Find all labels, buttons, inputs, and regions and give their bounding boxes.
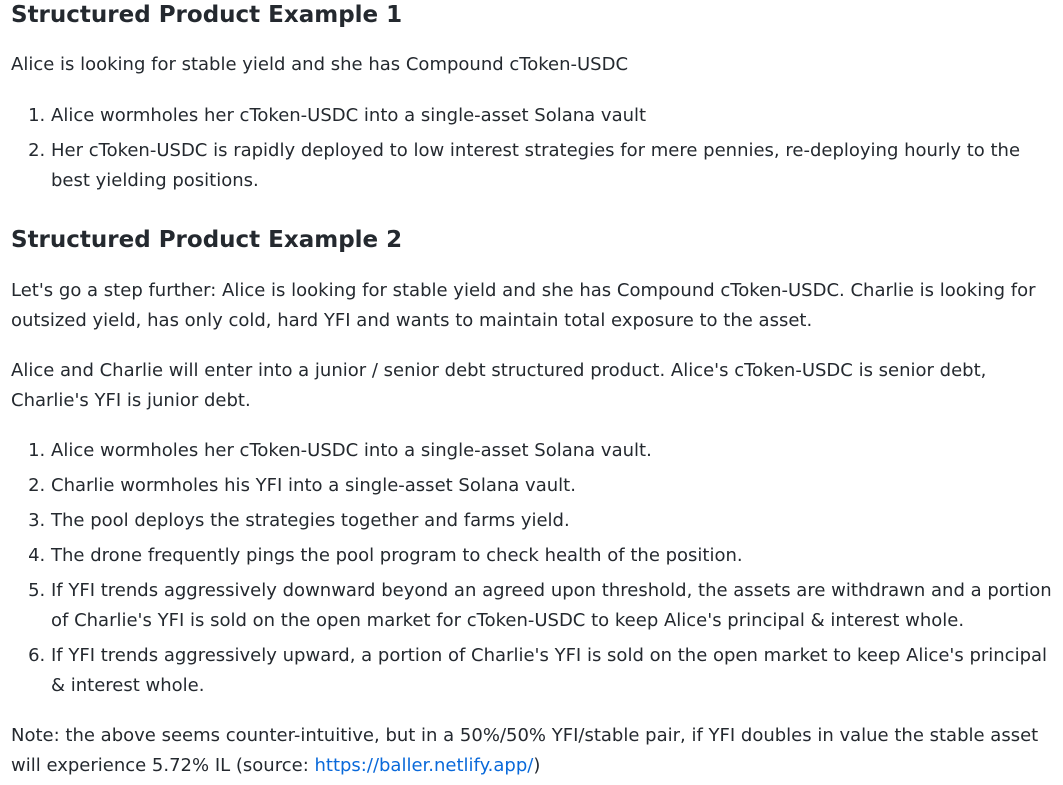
document-page: Structured Product Example 1 Alice is lo… <box>0 1 1063 785</box>
section1-intro: Alice is looking for stable yield and sh… <box>11 54 629 75</box>
section2-step-2: Charlie wormholes his YFI into a single-… <box>51 471 1063 501</box>
section1-step-list: Alice wormholes her cToken-USDC into a s… <box>11 101 1063 196</box>
section2-step-1: Alice wormholes her cToken-USDC into a s… <box>51 436 1063 466</box>
section2-step-5: If YFI trends aggressively downward beyo… <box>51 576 1063 636</box>
source-link[interactable]: https://baller.netlify.app/ <box>314 755 533 776</box>
section2-note: Note: the above seems counter-intuitive,… <box>11 721 1063 781</box>
section1-step-2: Her cToken-USDC is rapidly deployed to l… <box>51 136 1063 196</box>
section2-step-6: If YFI trends aggressively upward, a por… <box>51 641 1063 701</box>
section2-step-list: Alice wormholes her cToken-USDC into a s… <box>11 436 1063 701</box>
section2-intro: Let's go a step further: Alice is lookin… <box>11 280 1036 331</box>
section2-step-3: The pool deploys the strategies together… <box>51 506 1063 536</box>
section1-heading: Structured Product Example 1 <box>11 2 403 28</box>
section2-heading: Structured Product Example 2 <box>11 227 403 253</box>
section1-step-1: Alice wormholes her cToken-USDC into a s… <box>51 101 1063 131</box>
note-suffix: ) <box>533 755 541 776</box>
section2-step-4: The drone frequently pings the pool prog… <box>51 541 1063 571</box>
section2-description: Alice and Charlie will enter into a juni… <box>11 360 987 411</box>
